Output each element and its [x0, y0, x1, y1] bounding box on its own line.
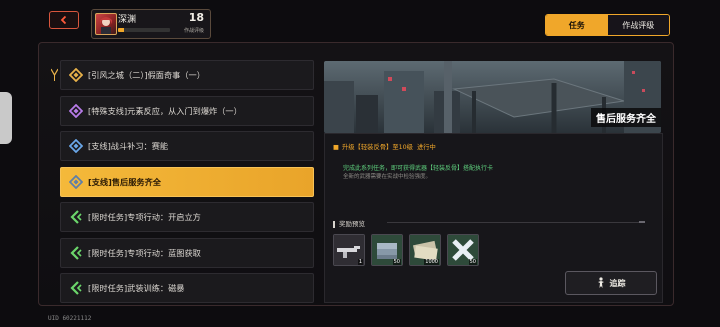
- reward-item[interactable]: 50: [447, 234, 479, 266]
- quest-item[interactable]: [引风之城（二）]假面奇事（一）: [60, 60, 314, 90]
- divider: [387, 222, 639, 223]
- diamond-outline-icon: [69, 174, 83, 189]
- objective-status: 进行中: [416, 144, 436, 151]
- quest-item[interactable]: [特殊支线]元素反应，从入门到爆炸（一）: [60, 95, 314, 126]
- quest-detail-panel: ■ 升级【轻装反骨】至10级 进行中 完成此系列任务，即可获得武器【轻装反骨】搭配…: [324, 133, 663, 303]
- chevron-outline-icon: [70, 281, 82, 295]
- chevron-outline-icon: [70, 210, 82, 224]
- quest-flavor-text: 全新的武器需要在实战中检验强度。: [343, 174, 432, 180]
- diamond-outline-icon: [69, 139, 83, 153]
- avatar-portrait-icon: [100, 17, 112, 34]
- quest-item[interactable]: [限时任务]专项行动：开启立方: [60, 202, 314, 232]
- quest-item-label: [支线]战斗补习：赛能: [88, 141, 169, 151]
- reward-count: 1: [357, 259, 363, 265]
- reward-count: 50: [468, 259, 477, 265]
- reward-item[interactable]: 1: [333, 234, 365, 266]
- tab-bar: 任务 作战评级: [545, 14, 670, 36]
- track-button-label: 追踪: [609, 278, 626, 288]
- side-drawer-handle[interactable]: [0, 92, 12, 144]
- quest-item-label: [引风之城（二）]假面奇事（一）: [88, 70, 205, 80]
- quest-objective: ■ 升级【轻装反骨】至10级 进行中: [333, 142, 436, 151]
- reward-section-label: 奖励预览: [333, 218, 365, 228]
- back-button[interactable]: [49, 11, 79, 29]
- diamond-outline-icon: [69, 68, 83, 82]
- diamond-outline-icon: [69, 103, 83, 118]
- reward-count: 50: [392, 259, 401, 265]
- objective-bullet-icon: ■: [333, 144, 339, 151]
- quest-item[interactable]: [支线]战斗补习：赛能: [60, 131, 314, 161]
- track-marker-icon: [597, 277, 604, 288]
- quest-banner: 售后服务齐全: [324, 61, 661, 133]
- quest-item-label: [限时任务]武装训练：磁暴: [88, 283, 185, 293]
- reward-item[interactable]: 1000: [409, 234, 441, 266]
- list-pointer-icon: [51, 68, 58, 81]
- quest-item[interactable]: [限时任务]武装训练：磁暴: [60, 273, 314, 303]
- reward-label-text: 奖励预览: [339, 220, 365, 228]
- chevron-outline-icon: [70, 245, 82, 260]
- xp-bar: [118, 28, 170, 32]
- tab-combat-rating[interactable]: 作战评级: [607, 15, 669, 35]
- quest-list: [引风之城（二）]假面奇事（一） [特殊支线]元素反应，从入门到爆炸（一） [支线]…: [60, 60, 314, 309]
- player-name: 深渊: [118, 15, 137, 25]
- reward-list: 1 50 1000 50: [333, 234, 479, 266]
- user-id: UID 60221112: [48, 315, 92, 322]
- player-rank-label: 作战评级: [183, 28, 204, 34]
- player-level: 18: [188, 11, 204, 24]
- divider-end: [639, 221, 645, 223]
- reward-item[interactable]: 50: [371, 234, 403, 266]
- quest-item-label: [限时任务]专项行动：开启立方: [88, 212, 201, 222]
- quest-item[interactable]: [限时任务]专项行动：蓝图获取: [60, 237, 314, 268]
- tab-tasks[interactable]: 任务: [546, 15, 608, 35]
- quest-item-label: [支线]售后服务齐全: [88, 176, 161, 187]
- quest-item-label: [特殊支线]元素反应，从入门到爆炸（一）: [88, 105, 242, 116]
- player-card[interactable]: 深渊 18 作战评级: [91, 9, 211, 39]
- quest-item-label: [限时任务]专项行动：蓝图获取: [88, 247, 201, 258]
- chevron-left-icon: [60, 15, 67, 25]
- objective-text: 升级【轻装反骨】至10级: [341, 144, 413, 151]
- xp-bar-fill: [118, 28, 125, 32]
- quest-description: 完成此系列任务，即可获得武器【轻装反骨】搭配执行卡: [343, 165, 494, 172]
- quest-item[interactable]: [支线]售后服务齐全: [60, 166, 314, 197]
- track-button[interactable]: 追踪: [565, 271, 657, 295]
- reward-count: 1000: [424, 259, 439, 265]
- avatar: [95, 13, 117, 35]
- banner-title: 售后服务齐全: [591, 108, 661, 127]
